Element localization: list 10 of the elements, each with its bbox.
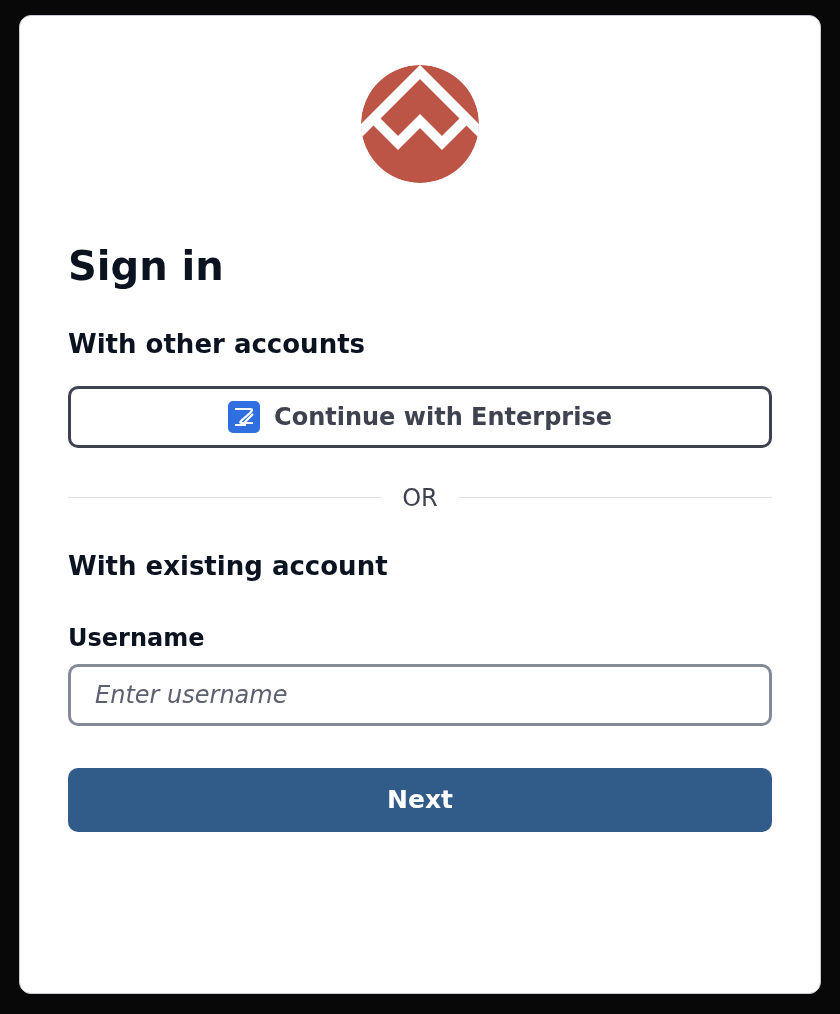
- page-title: Sign in: [68, 242, 225, 290]
- next-button[interactable]: Next: [68, 767, 772, 832]
- username-field[interactable]: Enter username: [68, 663, 772, 726]
- enterprise-button[interactable]: Continue with Enterprise: [68, 385, 772, 448]
- enterprise-icon: [228, 400, 261, 433]
- divider-text: OR: [402, 483, 438, 512]
- section-heading: With existing account: [68, 549, 389, 583]
- field-label: Username: [68, 623, 206, 652]
- logo-icon: [360, 64, 480, 184]
- section-heading: With other accounts: [68, 328, 367, 361]
